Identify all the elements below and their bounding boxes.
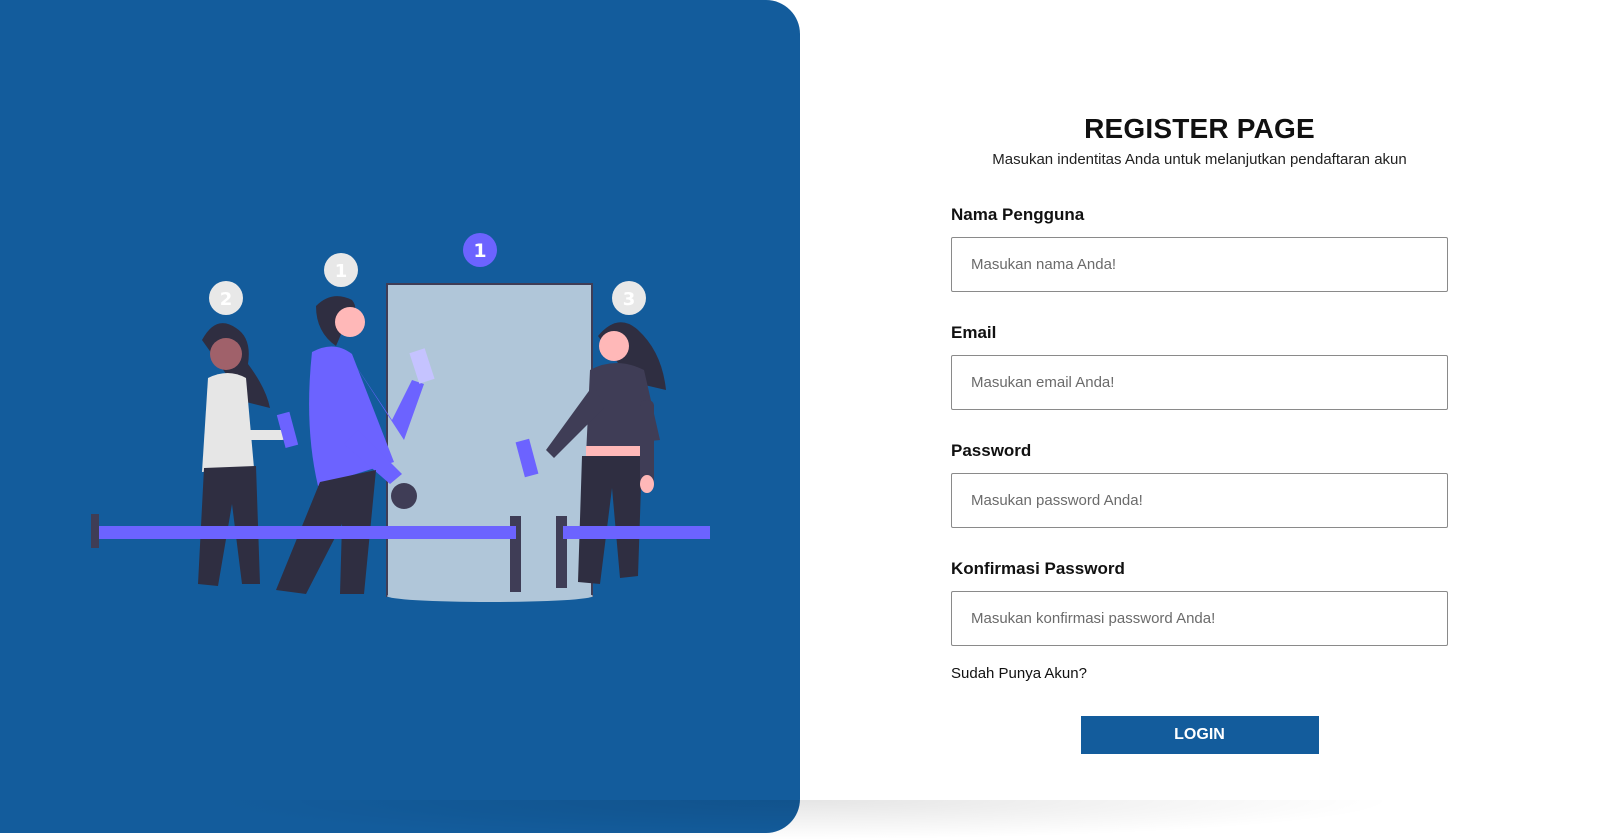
password-field-group: Password xyxy=(951,440,1448,528)
queue-badge-current-label: 1 xyxy=(473,240,486,262)
username-input[interactable] xyxy=(951,237,1448,292)
button-row: LOGIN xyxy=(951,716,1448,754)
svg-text:1: 1 xyxy=(335,261,348,282)
page-title: REGISTER PAGE xyxy=(1084,113,1315,144)
queue-people-illustration: 1 2 1 3 xyxy=(91,233,710,602)
svg-text:3: 3 xyxy=(623,289,636,310)
username-label: Nama Pengguna xyxy=(951,205,1085,224)
have-account-link[interactable]: Sudah Punya Akun? xyxy=(951,664,1448,684)
email-input[interactable] xyxy=(951,355,1448,410)
confirm-password-input[interactable] xyxy=(951,591,1448,646)
page-subtitle: Masukan indentitas Anda untuk melanjutka… xyxy=(992,151,1407,168)
register-form: REGISTER PAGE Masukan indentitas Anda un… xyxy=(951,112,1448,754)
confirm-password-label: Konfirmasi Password xyxy=(951,559,1125,578)
login-button[interactable]: LOGIN xyxy=(1080,716,1319,754)
email-label: Email xyxy=(951,323,997,342)
email-field-group: Email xyxy=(951,322,1448,410)
queue-rope-left xyxy=(99,526,516,539)
password-input[interactable] xyxy=(951,473,1448,528)
confirm-password-field-group: Konfirmasi Password xyxy=(951,558,1448,646)
password-label: Password xyxy=(951,441,1032,460)
queue-rope-right xyxy=(563,526,710,539)
illustration-panel: 1 2 1 3 xyxy=(0,0,800,833)
username-field-group: Nama Pengguna xyxy=(951,204,1448,292)
svg-text:2: 2 xyxy=(220,289,233,310)
